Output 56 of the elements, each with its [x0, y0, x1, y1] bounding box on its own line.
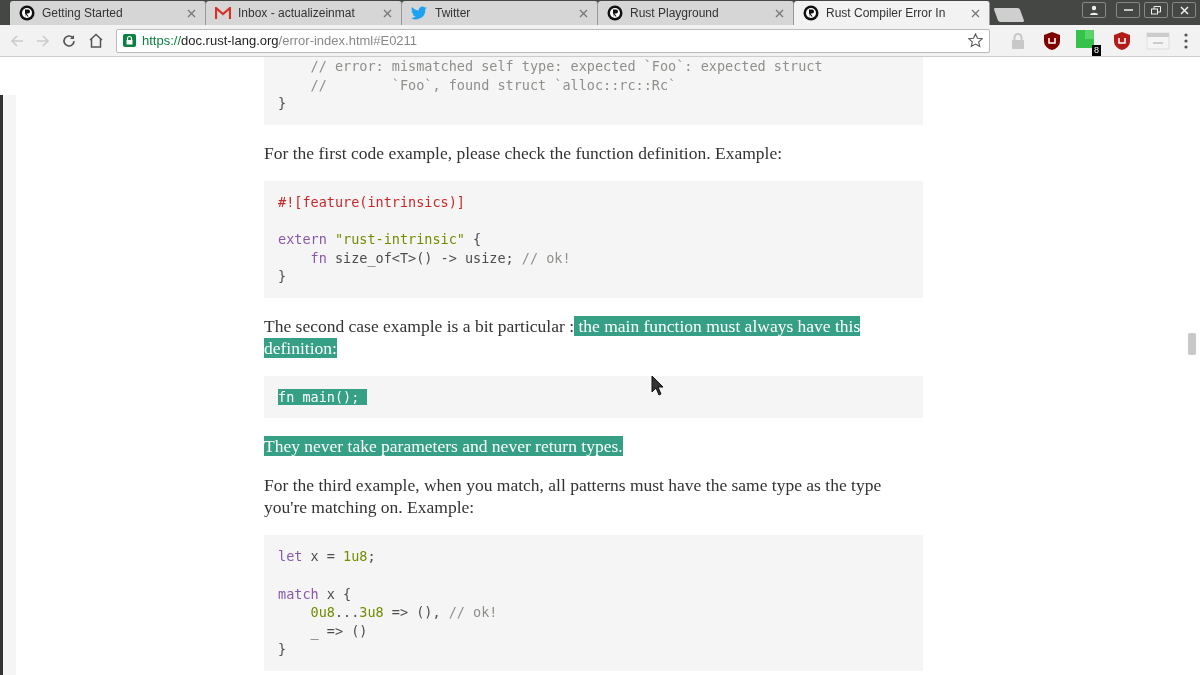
- mail-icon: [215, 6, 231, 20]
- code-line: #![feature(intrinsics)]: [278, 193, 465, 210]
- close-icon[interactable]: [775, 8, 784, 18]
- new-tab-button[interactable]: [993, 8, 1025, 22]
- shield-icon[interactable]: [1042, 30, 1062, 51]
- lock-icon: [123, 34, 136, 47]
- bird-icon: [411, 6, 428, 20]
- menu-icon[interactable]: [1184, 32, 1188, 49]
- code-line: match x {: [278, 585, 352, 602]
- close-icon[interactable]: [187, 8, 196, 18]
- gear-logo-icon: [19, 5, 35, 21]
- gear-logo-icon: [803, 5, 819, 21]
- restore-button[interactable]: [1144, 2, 1168, 18]
- gear-logo-icon: [607, 5, 623, 21]
- browser-tab[interactable]: Rust Compiler Error In: [794, 1, 990, 25]
- star-icon[interactable]: [968, 33, 983, 48]
- close-icon[interactable]: [383, 8, 392, 18]
- tab-title: Rust Compiler Error In: [826, 5, 947, 22]
- browser-tab[interactable]: Twitter: [402, 1, 598, 25]
- code-line: // error: mismatched self type: expected `Foo`: expected struct: [310, 58, 823, 74]
- extension-badge: 8: [1092, 44, 1101, 56]
- scrollbar-thumb[interactable]: [1188, 333, 1196, 355]
- profile-button[interactable]: [1082, 2, 1106, 18]
- shield-icon[interactable]: [1112, 30, 1132, 51]
- restore-icon: [1151, 5, 1161, 15]
- minimize-icon: [1123, 9, 1133, 11]
- minimize-button[interactable]: [1116, 2, 1140, 18]
- code-line: }: [278, 641, 287, 658]
- code-line: fn size_of<T>() -> usize; // ok!: [310, 249, 571, 266]
- browser-tab[interactable]: Rust Playground: [598, 1, 794, 25]
- paragraph: The second case example is a bit particular : the main function must always have this definition:: [264, 314, 862, 359]
- browser-tab[interactable]: Getting Started: [10, 1, 206, 25]
- code-line: 0u8...3u8 => (), // ok!: [310, 604, 498, 621]
- paragraph: They never take parameters and never return types.: [264, 435, 624, 458]
- tab-title: Getting Started: [42, 5, 124, 22]
- browser-tab[interactable]: Inbox - actualizeinmat: [206, 1, 402, 25]
- home-icon[interactable]: [88, 33, 104, 48]
- tab-title: Rust Playground: [630, 5, 720, 22]
- grid-icon[interactable]: [1076, 29, 1094, 48]
- close-icon: [1179, 5, 1189, 15]
- person-icon: [1089, 5, 1099, 15]
- code-line: let x = 1u8;: [278, 548, 376, 565]
- code-line: extern "rust-intrinsic" {: [278, 230, 482, 247]
- close-icon[interactable]: [971, 8, 980, 18]
- url-text: https://doc.rust-lang.org/error-index.html#E0211: [142, 31, 419, 50]
- code-line: _ => (): [310, 622, 368, 639]
- code-line: }: [278, 268, 287, 285]
- tab-title: Inbox - actualizeinmat: [238, 5, 356, 22]
- tab-title: Twitter: [435, 5, 472, 22]
- mouse-pointer-icon: [651, 375, 665, 396]
- code-line: // `Foo`, found struct `alloc::rc::Rc`: [310, 76, 677, 93]
- close-icon[interactable]: [579, 8, 588, 18]
- reload-icon[interactable]: [62, 33, 76, 48]
- address-bar[interactable]: https://doc.rust-lang.org/error-index.html#E0211: [116, 28, 990, 53]
- close-button[interactable]: [1172, 2, 1196, 18]
- code-line: }: [278, 95, 287, 112]
